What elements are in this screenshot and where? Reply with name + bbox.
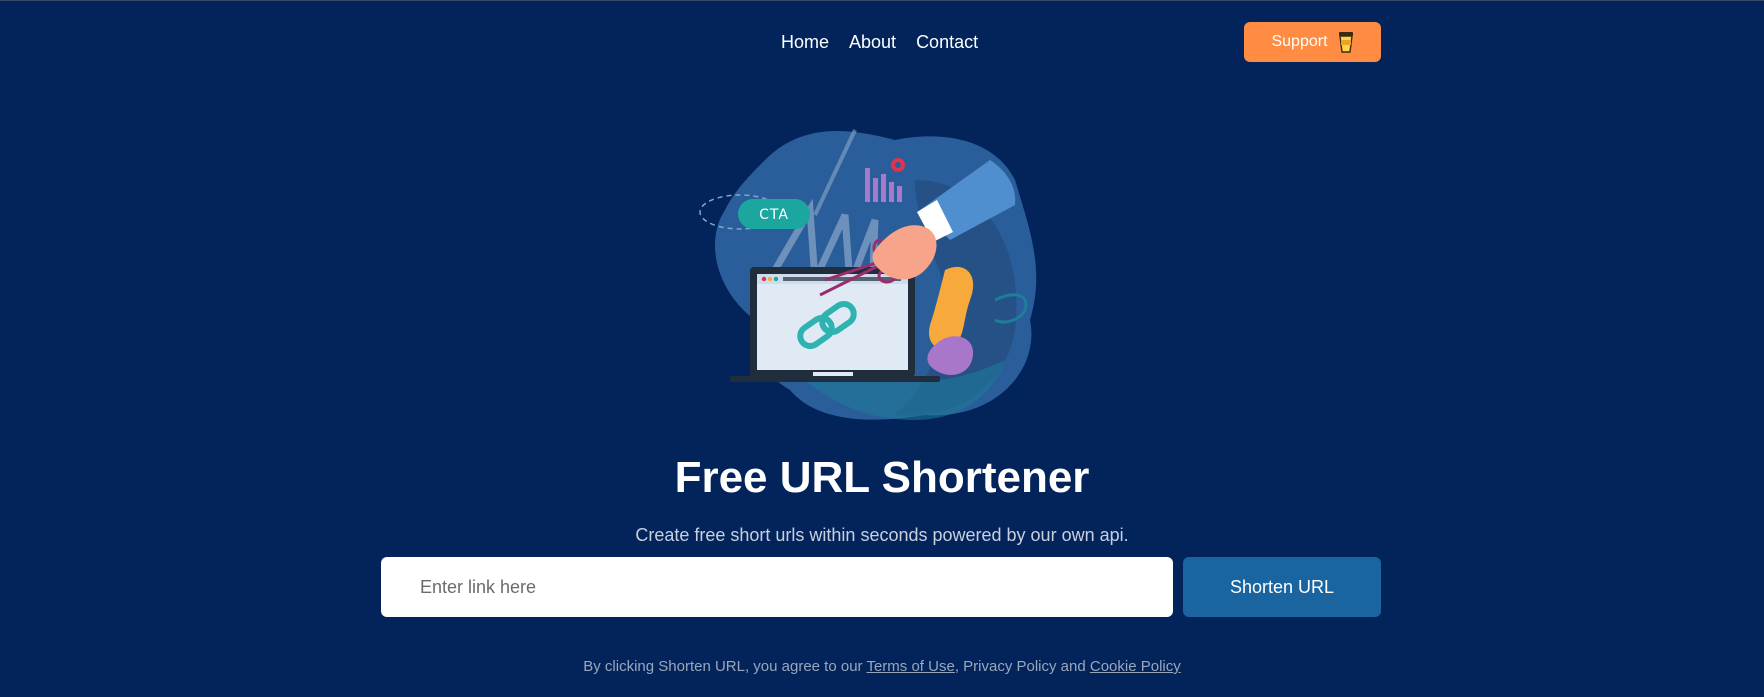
nav-link-home[interactable]: Home xyxy=(781,30,829,54)
main-nav: Home About Contact Support xyxy=(0,22,1764,62)
cta-badge-text: CTA xyxy=(759,207,789,223)
shorten-url-button[interactable]: Shorten URL xyxy=(1183,557,1381,617)
cookie-policy-link[interactable]: Cookie Policy xyxy=(1090,658,1181,675)
hero-illustration: CTA xyxy=(695,120,1055,425)
top-border xyxy=(0,0,1764,1)
shorten-form: Shorten URL xyxy=(381,557,1381,617)
terms-of-use-link[interactable]: Terms of Use xyxy=(866,658,954,675)
nav-link-about[interactable]: About xyxy=(849,30,896,54)
support-button[interactable]: Support xyxy=(1244,22,1381,62)
laptop-icon xyxy=(730,267,940,382)
page-title: Free URL Shortener xyxy=(674,453,1090,502)
support-button-label: Support xyxy=(1271,33,1328,50)
nav-link-contact[interactable]: Contact xyxy=(916,30,978,54)
legal-prefix: By clicking Shorten URL, you agree to ou… xyxy=(583,658,867,675)
coffee-cup-icon xyxy=(1338,31,1354,53)
gear-icon xyxy=(891,158,905,172)
legal-notice: By clicking Shorten URL, you agree to ou… xyxy=(0,657,1764,677)
link-input[interactable] xyxy=(381,557,1173,617)
nav-links: Home About Contact xyxy=(781,30,978,54)
legal-middle: , Privacy Policy and xyxy=(954,658,1090,675)
page-subtitle: Create free short urls within seconds po… xyxy=(635,525,1129,545)
